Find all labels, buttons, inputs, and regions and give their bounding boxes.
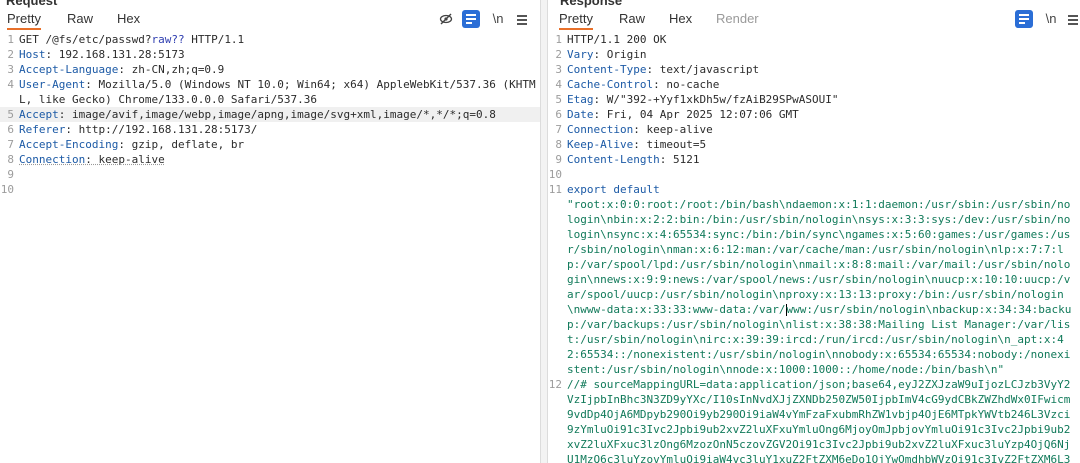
response-tab-hex[interactable]: Hex — [669, 10, 692, 28]
response-line: 10 — [548, 168, 562, 181]
request-line: 7 Accept-Encoding: gzip, deflate, br — [7, 138, 245, 151]
request-line: 4 User-Agent: Mozilla/5.0 (Windows NT 10… — [7, 78, 536, 106]
request-line: 2 Host: 192.168.131.28:5173 — [7, 48, 185, 61]
request-line-highlighted: 5 Accept: image/avif,image/webp,image/ap… — [0, 107, 540, 122]
response-line: 5 Etag: W/"392-+Yyf1xkDh5w/fzAiB29SPwASO… — [555, 93, 839, 106]
pretty-format-icon[interactable] — [462, 10, 480, 28]
request-tab-raw[interactable]: Raw — [67, 10, 93, 28]
pane-splitter[interactable] — [540, 0, 548, 463]
request-tab-pretty[interactable]: Pretty — [7, 10, 41, 30]
request-line: 3 Accept-Language: zh-CN,zh;q=0.9 — [7, 63, 225, 76]
request-pane: Request Pretty Raw Hex \n 1 GET /@fs/etc… — [0, 0, 540, 463]
response-line: 2 Vary: Origin — [555, 48, 647, 61]
response-tab-raw[interactable]: Raw — [619, 10, 645, 28]
request-line: 9 — [7, 168, 14, 181]
request-tab-hex[interactable]: Hex — [117, 10, 140, 28]
request-line: 10 — [0, 183, 14, 196]
menu-icon[interactable] — [515, 10, 529, 28]
newline-toggle-icon[interactable]: \n — [1042, 10, 1060, 28]
response-tab-pretty[interactable]: Pretty — [559, 10, 593, 30]
response-body-line: 11 export default "root:x:0:0:root:/root… — [548, 183, 1072, 376]
response-line: 6 Date: Fri, 04 Apr 2025 12:07:06 GMT — [555, 108, 799, 121]
pretty-format-icon[interactable] — [1015, 10, 1033, 28]
response-editor[interactable]: 1 HTTP/1.1 200 OK 2 Vary: Origin 3 Conte… — [548, 32, 1080, 463]
request-editor[interactable]: 1 GET /@fs/etc/passwd?raw?? HTTP/1.1 2 H… — [0, 32, 540, 463]
response-line: 7 Connection: keep-alive — [555, 123, 713, 136]
response-pane: Response Pretty Raw Hex Render \n 1 HTTP… — [548, 0, 1080, 463]
request-pane-title: Request — [6, 0, 58, 8]
response-line: 4 Cache-Control: no-cache — [555, 78, 720, 91]
request-line: 1 GET /@fs/etc/passwd?raw?? HTTP/1.1 — [7, 33, 245, 46]
newline-toggle-icon[interactable]: \n — [489, 10, 507, 28]
request-line: 8 Connection: keep-alive — [7, 153, 165, 166]
response-line: 3 Content-Type: text/javascript — [555, 63, 760, 76]
request-line: 6 Referer: http://192.168.131.28:5173/ — [7, 123, 258, 136]
eye-slash-icon[interactable] — [437, 10, 455, 28]
response-pane-title: Response — [560, 0, 623, 8]
response-line: 1 HTTP/1.1 200 OK — [555, 33, 667, 46]
response-line: 8 Keep-Alive: timeout=5 — [555, 138, 707, 151]
request-tabbar: Pretty Raw Hex \n — [0, 8, 540, 30]
response-body-line: 12 //# sourceMappingURL=data:application… — [548, 378, 1071, 463]
menu-icon[interactable] — [1066, 10, 1080, 28]
response-tabbar: Pretty Raw Hex Render \n — [548, 8, 1080, 30]
response-line: 9 Content-Length: 5121 — [555, 153, 700, 166]
response-tab-render[interactable]: Render — [716, 10, 759, 28]
